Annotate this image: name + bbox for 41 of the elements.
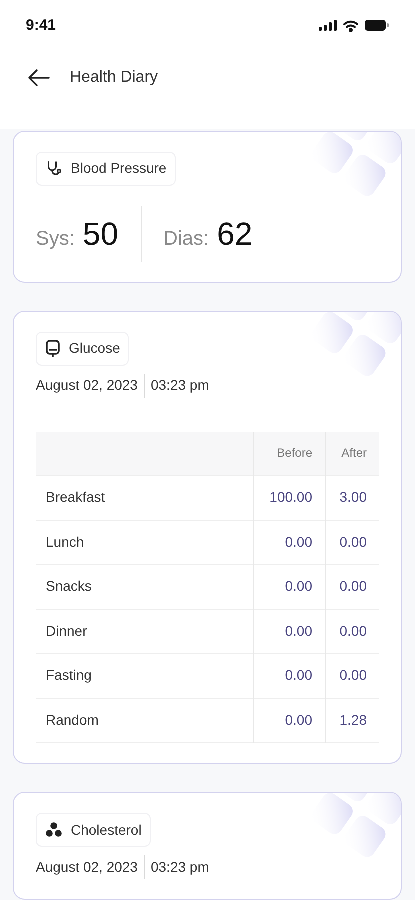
- table-cell: 0.00: [325, 564, 379, 609]
- back-arrow-icon: [28, 69, 50, 88]
- meal-cell: Lunch: [36, 520, 253, 564]
- reading-value: 50: [82, 214, 118, 254]
- reading-value: 62: [217, 214, 253, 254]
- table-cell: 0.00: [253, 564, 325, 609]
- page-title: Health Diary: [70, 68, 158, 88]
- entry-date: August 02, 2023: [36, 376, 138, 395]
- table-cell: 0.00: [253, 654, 325, 698]
- table-cell: 0.00: [325, 609, 379, 654]
- reading-label: Sys:: [36, 226, 75, 252]
- entry-time: 03:23 pm: [150, 376, 210, 395]
- table-cell: 0.00: [253, 698, 325, 742]
- battery-icon: [365, 20, 389, 32]
- table-cell: 1.28: [325, 698, 379, 742]
- category-label: Blood Pressure: [71, 159, 167, 178]
- meal-cell: Fasting: [36, 654, 253, 698]
- table-cell: 0.00: [253, 520, 325, 564]
- back-button[interactable]: [28, 69, 50, 88]
- signal-icon: [319, 20, 337, 32]
- wifi-icon: [343, 20, 359, 32]
- stethoscope-icon: [45, 160, 63, 178]
- category-label: Glucose: [69, 339, 120, 358]
- table-cell: 0.00: [325, 654, 379, 698]
- table-cell: 0.00: [325, 520, 379, 564]
- meal-cell: Random: [36, 698, 253, 742]
- meal-cell: Snacks: [36, 564, 253, 609]
- blood-bag-icon: [45, 340, 61, 358]
- column-header: Before: [253, 432, 325, 476]
- reading-label: Dias:: [164, 226, 210, 252]
- molecules-icon: [45, 821, 63, 839]
- entry-date: August 02, 2023: [36, 858, 138, 877]
- status-time: 9:41: [26, 16, 56, 36]
- entry-time: 03:23 pm: [150, 858, 210, 877]
- column-header: After: [325, 432, 379, 476]
- category-label: Cholesterol: [71, 820, 142, 840]
- meal-cell: Breakfast: [36, 476, 253, 520]
- table-cell: 100.00: [253, 476, 325, 520]
- meal-cell: Dinner: [36, 609, 253, 654]
- table-cell: 3.00: [325, 476, 379, 520]
- table-cell: 0.00: [253, 609, 325, 654]
